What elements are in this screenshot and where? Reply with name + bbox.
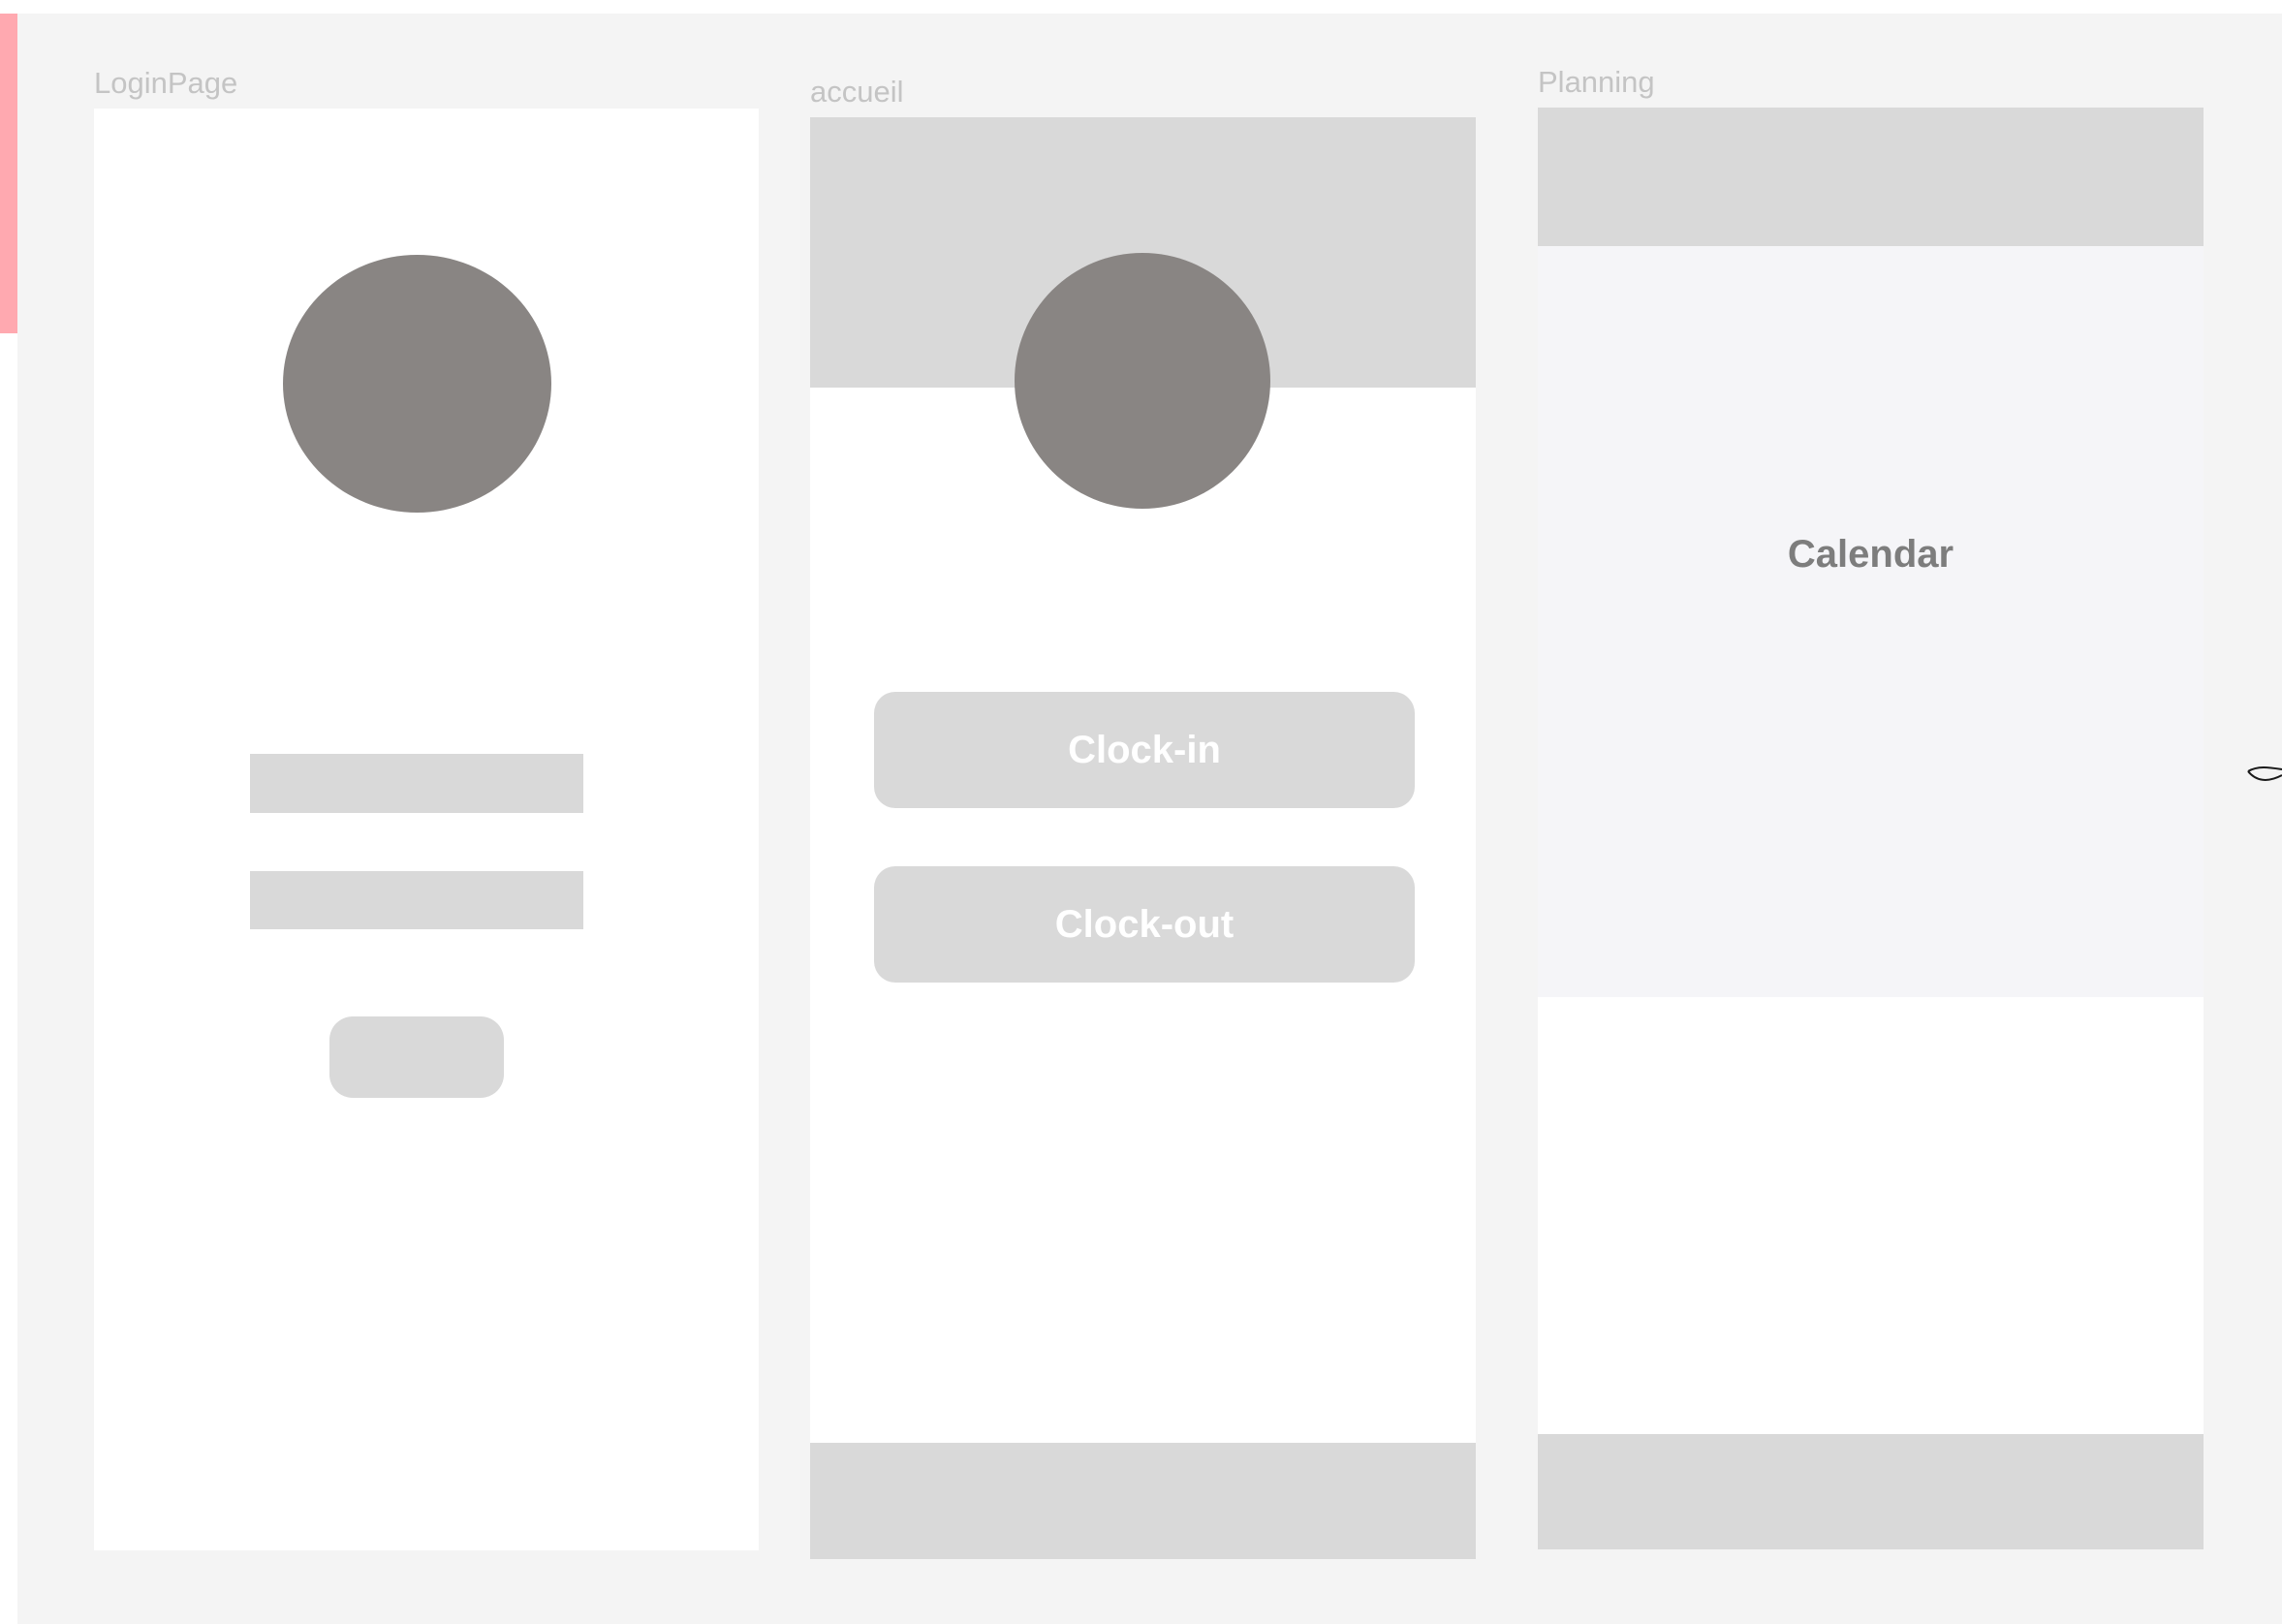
calendar-label: Calendar — [1787, 533, 1954, 576]
frame-planning[interactable]: Calendar — [1538, 108, 2204, 1549]
calendar-widget[interactable]: Calendar — [1538, 246, 2204, 997]
frame-accueil[interactable]: Clock-in Clock-out — [810, 117, 1476, 1559]
username-field[interactable] — [250, 754, 583, 813]
password-field[interactable] — [250, 871, 583, 929]
login-button[interactable] — [329, 1016, 504, 1098]
clock-in-button[interactable]: Clock-in — [874, 692, 1415, 808]
profile-avatar — [1015, 253, 1270, 509]
frame-label-planning[interactable]: Planning — [1538, 65, 1655, 100]
bottom-nav-bar — [810, 1443, 1476, 1559]
frame-label-login[interactable]: LoginPage — [94, 66, 237, 101]
logo-avatar — [283, 255, 551, 513]
header-bar — [1538, 108, 2204, 246]
clock-out-button[interactable]: Clock-out — [874, 866, 1415, 983]
bottom-nav-bar — [1538, 1434, 2204, 1549]
frame-login-page[interactable] — [94, 109, 759, 1550]
selection-strip — [0, 14, 17, 333]
curved-connector-icon — [2247, 766, 2282, 781]
frame-label-accueil[interactable]: accueil — [810, 75, 904, 109]
